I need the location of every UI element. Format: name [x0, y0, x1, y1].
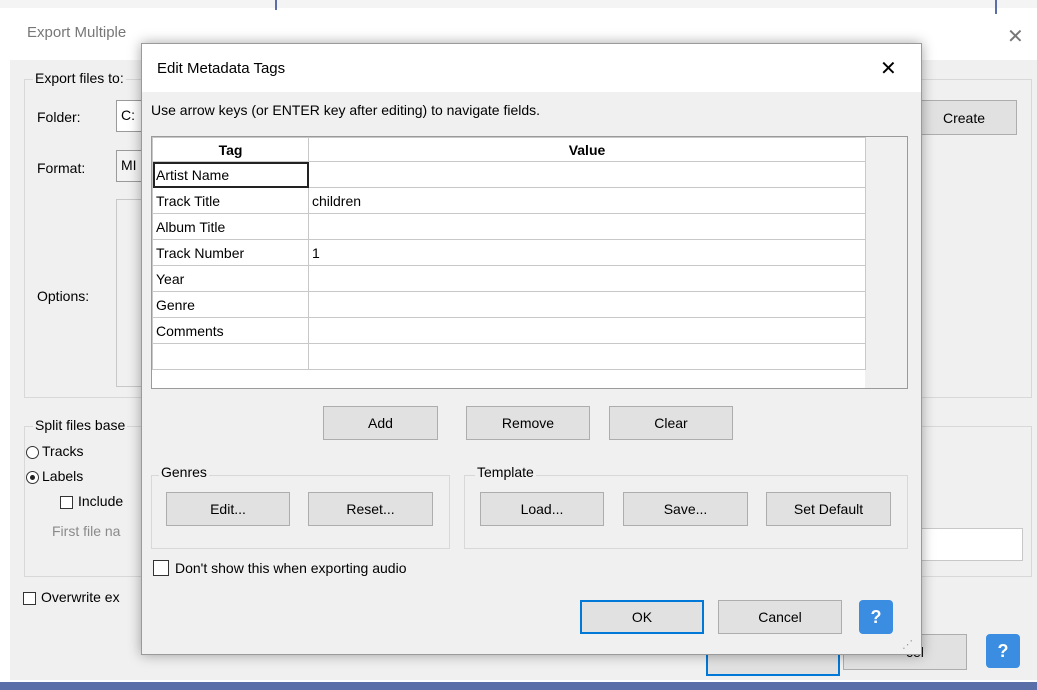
folder-label: Folder: [37, 109, 81, 125]
template-save-button[interactable]: Save... [623, 492, 748, 526]
value-cell[interactable] [308, 213, 866, 240]
tag-cell[interactable]: Artist Name [152, 161, 309, 188]
tags-grid: Tag Value Artist Name Track Title childr… [151, 136, 908, 389]
table-row: Genre [152, 291, 866, 318]
close-icon[interactable]: ✕ [1007, 24, 1024, 49]
first-file-label: First file na [52, 523, 121, 539]
template-load-button[interactable]: Load... [480, 492, 604, 526]
table-row: Artist Name [152, 161, 866, 188]
add-button[interactable]: Add [323, 406, 438, 440]
value-cell[interactable]: 1 [308, 239, 866, 266]
labels-label: Labels [42, 468, 84, 484]
value-cell[interactable] [308, 161, 866, 188]
include-label: Include [78, 493, 124, 509]
instruction-text: Use arrow keys (or ENTER key after editi… [151, 102, 541, 118]
tracks-radio[interactable] [26, 446, 39, 459]
cancel-button[interactable]: Cancel [718, 600, 842, 634]
top-strip [0, 0, 1037, 8]
ok-button[interactable]: OK [580, 600, 704, 634]
group-label: Split files base [33, 417, 128, 433]
value-cell[interactable] [308, 343, 866, 370]
tag-cell[interactable]: Track Title [152, 187, 309, 214]
tag-cell[interactable]: Track Number [152, 239, 309, 266]
tag-cell[interactable]: Comments [152, 317, 309, 344]
track-marker [275, 0, 277, 10]
dont-show-label: Don't show this when exporting audio [175, 560, 407, 576]
tag-cell[interactable]: Genre [152, 291, 309, 318]
grid-blank-area [865, 137, 907, 388]
table-row: Year [152, 265, 866, 292]
tag-cell[interactable]: Year [152, 265, 309, 292]
template-set-default-button[interactable]: Set Default [766, 492, 891, 526]
remove-button[interactable]: Remove [466, 406, 590, 440]
track-marker [995, 0, 997, 14]
value-cell[interactable] [308, 317, 866, 344]
options-label: Options: [37, 288, 90, 304]
value-cell[interactable]: children [308, 187, 866, 214]
table-row: Comments [152, 317, 866, 344]
column-header-value[interactable]: Value [308, 137, 866, 162]
first-file-field[interactable] [906, 528, 1023, 561]
dialog-title: Edit Metadata Tags [157, 60, 286, 77]
overwrite-checkbox[interactable] [23, 592, 36, 605]
value-cell[interactable] [308, 291, 866, 318]
include-checkbox[interactable] [60, 496, 73, 509]
help-icon[interactable]: ? [859, 600, 893, 634]
close-icon[interactable]: ✕ [880, 56, 897, 81]
column-header-tag[interactable]: Tag [152, 137, 309, 162]
tag-cell[interactable]: Album Title [152, 213, 309, 240]
create-button[interactable]: Create [911, 100, 1017, 135]
genres-reset-button[interactable]: Reset... [308, 492, 433, 526]
table-row: Album Title [152, 213, 866, 240]
help-icon[interactable]: ? [986, 634, 1020, 668]
format-label: Format: [37, 160, 86, 176]
genres-edit-button[interactable]: Edit... [166, 492, 290, 526]
group-label: Genres [159, 464, 209, 480]
bottom-strip [0, 682, 1037, 690]
tag-cell[interactable] [152, 343, 309, 370]
resize-grip-icon[interactable]: ⋰ [902, 638, 913, 651]
group-label: Export files to: [33, 70, 126, 86]
clear-button[interactable]: Clear [609, 406, 733, 440]
tracks-label: Tracks [42, 443, 84, 459]
value-cell[interactable] [308, 265, 866, 292]
labels-radio[interactable] [26, 471, 39, 484]
table-row: Track Number 1 [152, 239, 866, 266]
group-label: Template [475, 464, 536, 480]
table-row [152, 343, 866, 370]
window-title: Export Multiple [27, 24, 127, 41]
tags-table: Tag Value Artist Name Track Title childr… [152, 137, 866, 370]
overwrite-label: Overwrite ex [41, 589, 120, 605]
table-row: Track Title children [152, 187, 866, 214]
edit-metadata-dialog: Edit Metadata Tags ✕ Use arrow keys (or … [141, 43, 922, 655]
dont-show-checkbox[interactable] [153, 560, 169, 576]
